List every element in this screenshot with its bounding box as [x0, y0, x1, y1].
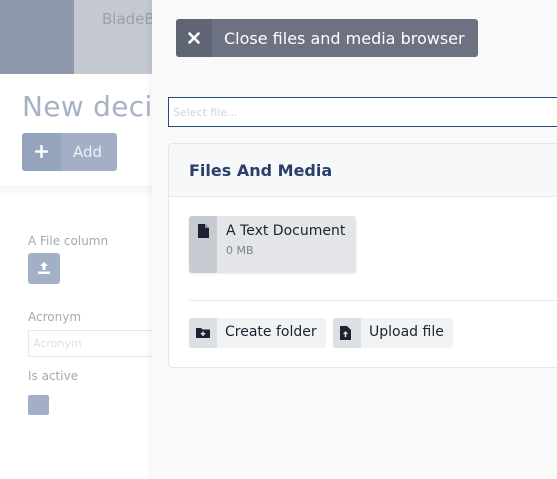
upload-file-label: Upload file	[369, 324, 444, 340]
file-name: A Text Document	[226, 223, 346, 239]
create-folder-label: Create folder	[225, 324, 317, 340]
add-button[interactable]: Add	[22, 133, 117, 171]
close-browser-label: Close files and media browser	[224, 29, 465, 48]
acronym-label: Acronym	[28, 310, 82, 324]
files-card: Files And Media A Text Document 0 MB Cre…	[168, 143, 557, 368]
file-icon	[189, 216, 217, 273]
file-column-upload-button[interactable]	[28, 253, 60, 284]
upload-icon	[333, 318, 361, 348]
add-button-label: Add	[73, 143, 103, 161]
page-title: New deci	[22, 90, 153, 123]
files-card-header: Files And Media	[169, 144, 557, 197]
file-item[interactable]: A Text Document 0 MB	[189, 216, 356, 273]
plus-icon	[22, 133, 61, 171]
upload-file-button[interactable]: Upload file	[333, 318, 453, 348]
folder-plus-icon	[189, 318, 217, 348]
file-column-label: A File column	[28, 234, 109, 248]
files-card-title: Files And Media	[189, 161, 333, 180]
files-media-browser-panel: Close files and media browser Files And …	[152, 0, 557, 479]
select-file-input[interactable]	[168, 97, 557, 127]
close-browser-button[interactable]: Close files and media browser	[176, 19, 478, 57]
file-size: 0 MB	[226, 244, 254, 257]
is-active-checkbox[interactable]	[28, 395, 49, 415]
divider	[189, 300, 557, 301]
app-name: BladeB	[102, 10, 155, 28]
create-folder-button[interactable]: Create folder	[189, 318, 326, 348]
upload-icon	[38, 262, 50, 274]
is-active-label: Is active	[28, 369, 79, 383]
acronym-input[interactable]: Acronym	[28, 330, 168, 357]
logo[interactable]	[0, 0, 74, 74]
close-icon	[176, 19, 212, 57]
